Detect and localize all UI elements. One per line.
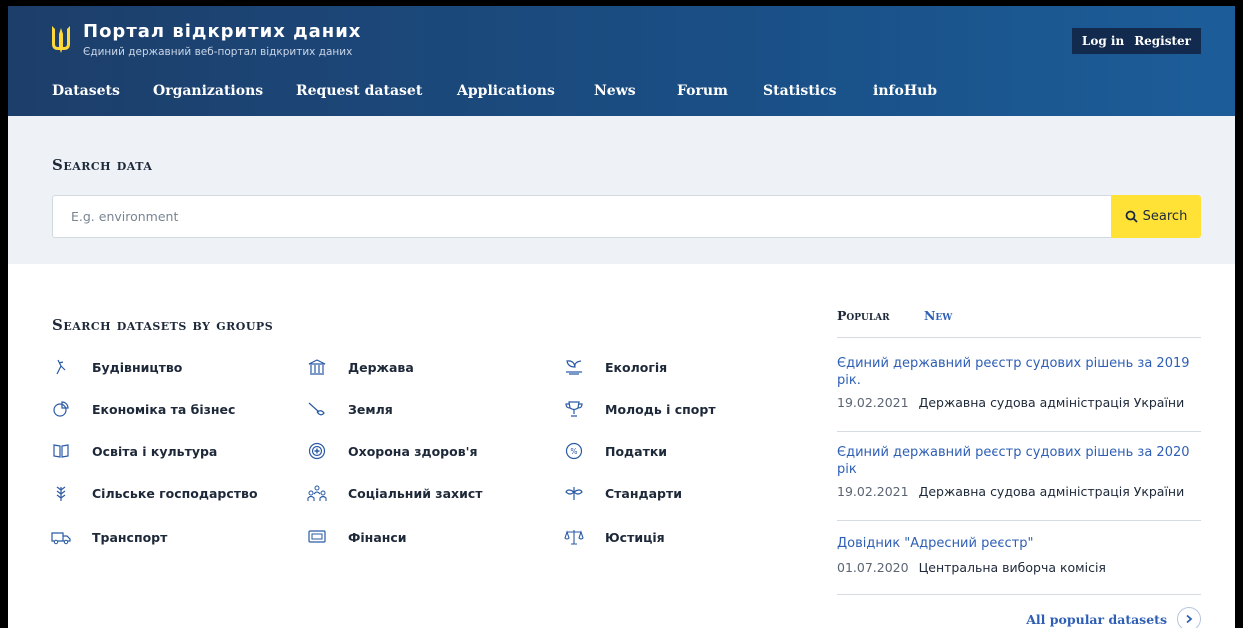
divider	[837, 431, 1201, 432]
dataset-meta: 19.02.2021 Державна судова адміністрація…	[837, 484, 1201, 499]
trophy-icon	[563, 398, 585, 420]
group-item-state[interactable]: Держава	[306, 356, 414, 378]
group-label: Юстиція	[605, 529, 665, 545]
chevron-right-icon[interactable]	[1177, 607, 1201, 628]
group-item-standards[interactable]: Стандарти	[563, 482, 682, 504]
group-item-construction[interactable]: Будівництво	[50, 356, 182, 378]
nav-forum[interactable]: Forum	[677, 76, 728, 106]
truck-icon	[50, 526, 72, 548]
all-popular-datasets-link[interactable]: All popular datasets	[1026, 607, 1201, 628]
group-label: Освіта і культура	[92, 443, 218, 459]
search-button[interactable]: Search	[1111, 195, 1201, 238]
search-section: Search data Search	[8, 116, 1235, 264]
nav-infohub[interactable]: infoHub	[873, 76, 937, 106]
all-popular-datasets-label: All popular datasets	[1026, 611, 1167, 627]
group-label: Будівництво	[92, 359, 183, 375]
register-link[interactable]: Register	[1134, 34, 1191, 48]
nav-news[interactable]: News	[594, 76, 636, 106]
dataset-org: Державна судова адміністрація України	[918, 484, 1185, 499]
cash-icon	[306, 526, 328, 548]
nav-applications[interactable]: Applications	[457, 76, 555, 106]
dataset-date: 01.07.2020	[837, 560, 909, 575]
group-item-social[interactable]: Соціальний захист	[306, 482, 483, 504]
group-label: Економіка та бізнес	[92, 401, 236, 417]
group-label: Соціальний захист	[348, 485, 483, 501]
percent-icon: %	[563, 440, 585, 462]
wheat-icon	[50, 482, 72, 504]
divider	[837, 520, 1201, 521]
search-input[interactable]	[53, 196, 1110, 237]
tab-popular[interactable]: Popular	[837, 308, 890, 323]
search-title: Search data	[52, 156, 153, 174]
groups-title: Search datasets by groups	[52, 316, 274, 334]
group-item-agriculture[interactable]: Сільське господарство	[50, 482, 258, 504]
land-icon	[306, 398, 328, 420]
group-label: Земля	[348, 401, 393, 417]
dataset-org: Державна судова адміністрація України	[918, 395, 1185, 410]
nav-statistics[interactable]: Statistics	[763, 76, 837, 106]
svg-text:%: %	[570, 447, 577, 456]
scales-icon	[563, 526, 585, 548]
tab-new[interactable]: New	[924, 308, 952, 323]
list-item: Довідник "Адресний реєстр" 01.07.2020 Це…	[837, 535, 1201, 575]
divider	[837, 594, 1201, 595]
search-button-label: Search	[1142, 209, 1188, 224]
group-item-education[interactable]: Освіта і культура	[50, 440, 217, 462]
auth-links: Log in Register	[1071, 28, 1201, 54]
group-item-ecology[interactable]: Екологія	[563, 356, 667, 378]
dataset-meta: 01.07.2020 Центральна виборча комісія	[837, 560, 1201, 575]
group-item-youth-sport[interactable]: Молодь і спорт	[563, 398, 716, 420]
group-item-economy[interactable]: Економіка та бізнес	[50, 398, 235, 420]
health-icon	[306, 440, 328, 462]
group-item-justice[interactable]: Юстиція	[563, 526, 665, 548]
group-item-health[interactable]: Охорона здоров'я	[306, 440, 477, 462]
search-box: Search	[52, 195, 1201, 238]
trident-logo-icon[interactable]	[50, 24, 72, 54]
group-item-land[interactable]: Земля	[306, 398, 393, 420]
dataset-title-link[interactable]: Довідник "Адресний реєстр"	[837, 535, 1201, 552]
group-label: Стандарти	[605, 485, 682, 501]
site-header: Портал відкритих даних Єдиний державний …	[8, 6, 1235, 116]
people-icon	[306, 482, 328, 504]
list-item: Єдиний державний реєстр судових рішень з…	[837, 355, 1201, 410]
government-building-icon	[306, 356, 328, 378]
pie-chart-icon	[50, 398, 72, 420]
group-label: Податки	[605, 443, 668, 459]
nav-datasets[interactable]: Datasets	[52, 76, 120, 106]
nav-organizations[interactable]: Organizations	[153, 76, 263, 106]
page: Портал відкритих даних Єдиний державний …	[8, 6, 1235, 628]
nav-request-dataset[interactable]: Request dataset	[296, 76, 422, 106]
site-subtitle: Єдиний державний веб-портал відкритих да…	[83, 46, 353, 58]
group-item-finance[interactable]: Фінанси	[306, 526, 407, 548]
group-label: Екологія	[605, 359, 668, 375]
dataset-title-link[interactable]: Єдиний державний реєстр судових рішень з…	[837, 355, 1201, 389]
group-label: Молодь і спорт	[605, 401, 716, 417]
dataset-date: 19.02.2021	[837, 395, 909, 410]
site-title[interactable]: Портал відкритих даних	[83, 21, 361, 42]
dataset-tabs: Popular New	[837, 308, 1201, 338]
book-icon	[50, 440, 72, 462]
group-item-taxes[interactable]: % Податки	[563, 440, 667, 462]
dataset-title-link[interactable]: Єдиний державний реєстр судових рішень з…	[837, 444, 1201, 478]
group-label: Фінанси	[348, 529, 407, 545]
list-item: Єдиний державний реєстр судових рішень з…	[837, 444, 1201, 499]
group-label: Сільське господарство	[92, 485, 258, 501]
dataset-meta: 19.02.2021 Державна судова адміністрація…	[837, 395, 1201, 410]
standards-icon	[563, 482, 585, 504]
group-label: Охорона здоров'я	[348, 443, 478, 459]
group-item-transport[interactable]: Транспорт	[50, 526, 167, 548]
ecology-icon	[563, 356, 585, 378]
login-link[interactable]: Log in	[1082, 34, 1124, 48]
group-label: Держава	[348, 359, 414, 375]
group-label: Транспорт	[92, 529, 168, 545]
dataset-org: Центральна виборча комісія	[918, 560, 1106, 575]
construction-icon	[50, 356, 72, 378]
dataset-date: 19.02.2021	[837, 484, 909, 499]
search-icon	[1125, 210, 1138, 223]
